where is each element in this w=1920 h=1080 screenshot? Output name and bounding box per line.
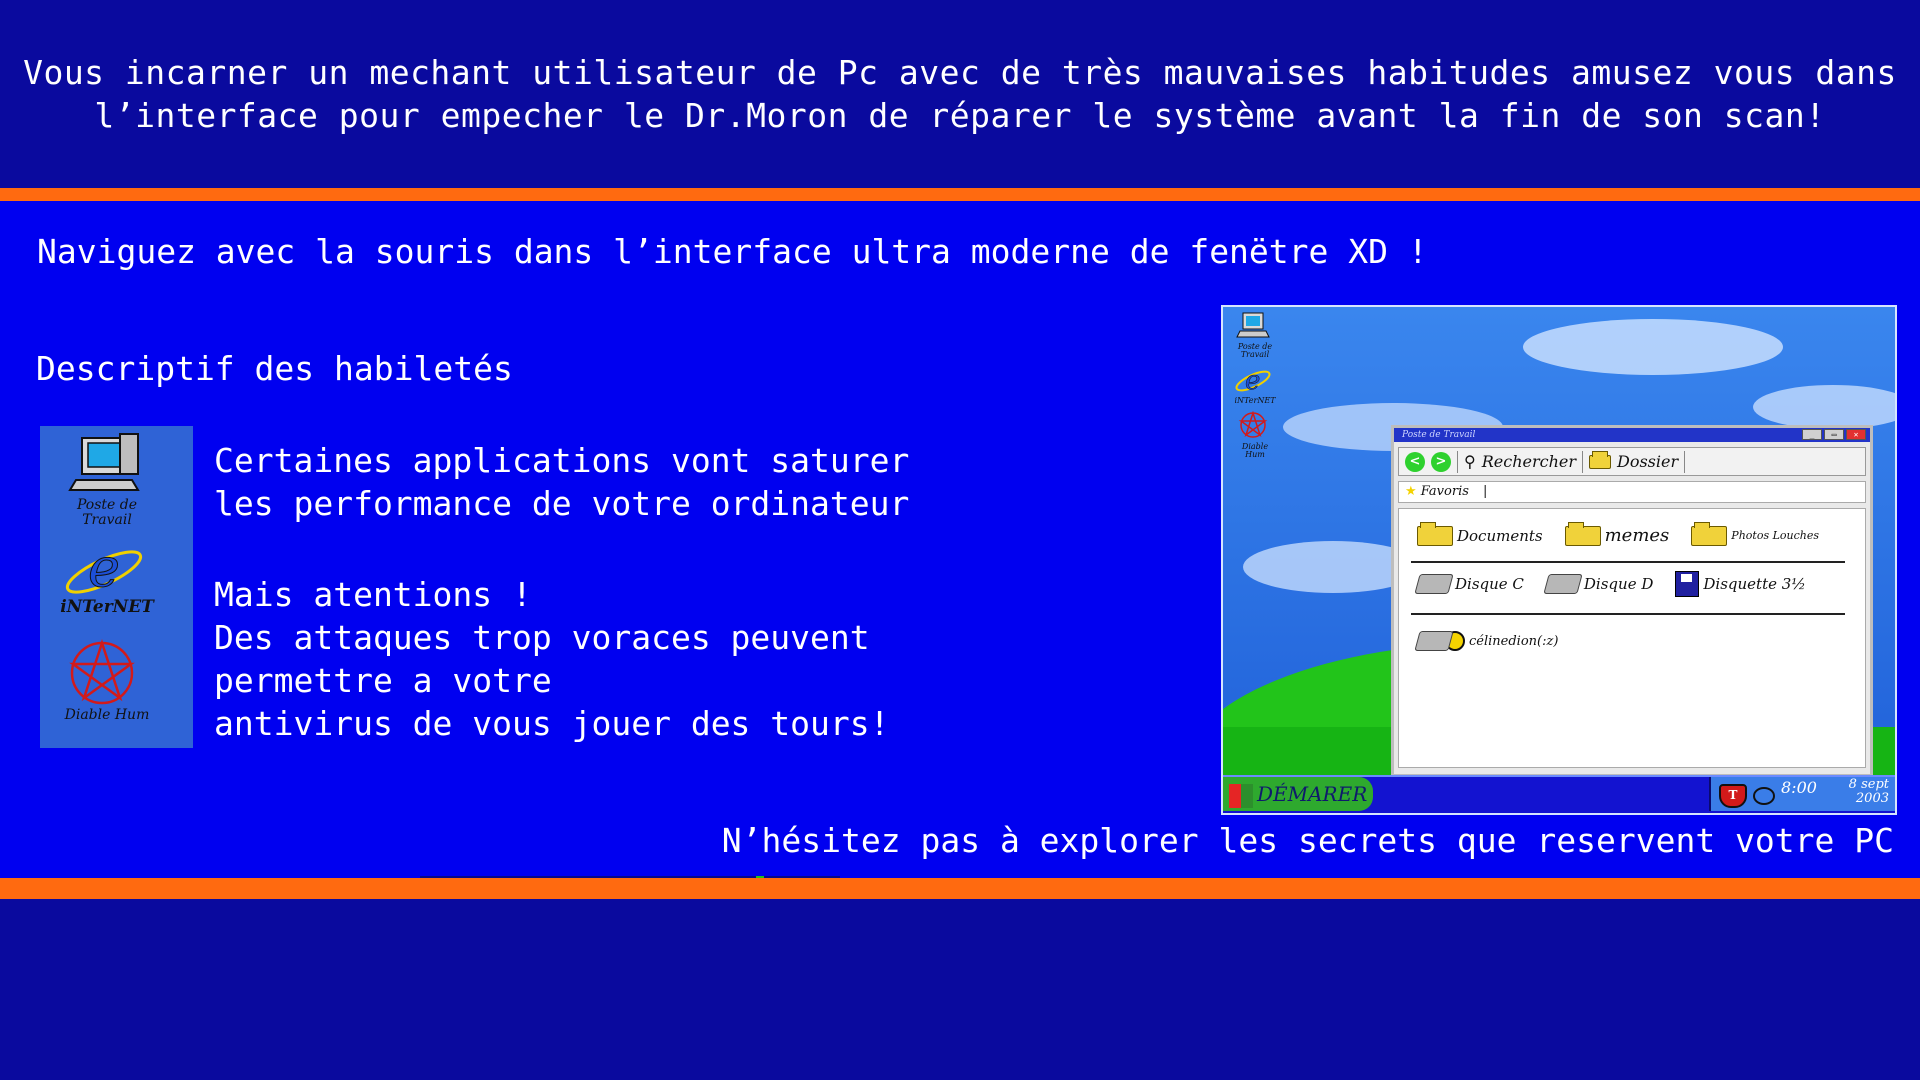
folder-documents-label: Documents (1457, 526, 1543, 545)
internet-icon: e iNTerNET (52, 536, 172, 628)
explorer-window: Poste de Travail _ ▭ ✕ < > ⚲ Rechercher … (1391, 425, 1873, 777)
folder-button[interactable]: Dossier (1617, 452, 1678, 471)
maximize-button[interactable]: ▭ (1824, 429, 1844, 440)
skill-line-3: Mais atentions ! (214, 575, 532, 614)
toolbar-separator (1684, 450, 1686, 473)
minimize-button[interactable]: _ (1802, 429, 1822, 440)
tray-internet-icon[interactable] (1753, 787, 1775, 805)
intro-line-2: l’interface pour empecher le Dr.Moron de… (94, 96, 1826, 135)
window-controls: _ ▭ ✕ (1802, 429, 1866, 440)
folder-icon (1564, 521, 1601, 546)
skill-line-1: Certaines applications vont saturer (214, 441, 910, 480)
orange-divider-top (0, 188, 1920, 201)
system-tray: T 8:00 8 sept 2003 (1709, 777, 1895, 811)
desktop-pentagram-label: Diable Hum (1241, 442, 1269, 459)
desktop-computer-label: Poste de Travail (1237, 342, 1273, 359)
text-cursor: | (1483, 484, 1488, 499)
cd-drive[interactable]: célinedion(:z) (1414, 631, 1559, 651)
drive-c[interactable]: Disque C (1414, 574, 1524, 594)
svg-text:e: e (1245, 366, 1260, 393)
intro-line-1: Vous incarner un mechant utilisateur de … (23, 53, 1897, 92)
desktop-pentagram-icon[interactable]: Diable Hum (1231, 410, 1279, 459)
divider (1411, 561, 1845, 563)
skill-line-5: permettre a votre (214, 661, 552, 700)
divider (1411, 613, 1845, 615)
windows-flag-icon (1229, 783, 1253, 808)
toolbar-separator (1582, 450, 1583, 473)
taskbar: DÉMARER T 8:00 8 sept 2003 (1223, 775, 1895, 813)
drives-row: Disque C Disque D Disquette 3½ (1414, 571, 1806, 597)
desktop-internet-icon[interactable]: e iNTerNET (1231, 365, 1279, 405)
close-button[interactable]: ✕ (1846, 429, 1866, 440)
skill-gap (214, 525, 909, 573)
cd-row: célinedion(:z) (1414, 631, 1559, 651)
drive-d-label: Disque D (1583, 575, 1654, 593)
drive-d[interactable]: Disque D (1543, 574, 1654, 594)
folder-documents[interactable]: Documents (1417, 521, 1543, 546)
skills-title: Descriptif des habiletés (36, 349, 513, 388)
svg-text:e: e (88, 538, 120, 599)
favorites-label: Favoris (1420, 484, 1469, 499)
computer-icon: Poste de Travail (52, 432, 172, 532)
folder-memes[interactable]: memes (1564, 521, 1670, 546)
skill-line-2: les performance de votre ordinateur (214, 484, 910, 523)
back-arrow-icon[interactable]: < (1405, 451, 1425, 472)
cd-drive-icon (1414, 631, 1454, 651)
desktop-preview: Poste de Travail e iNTerNET Diable Hum P… (1221, 305, 1897, 815)
favorites-bar[interactable]: ★ Favoris | (1398, 481, 1866, 503)
clock-time: 8:00 (1781, 778, 1817, 797)
desktop-icons: Poste de Travail e iNTerNET Diable Hum (1231, 311, 1279, 459)
intro-banner: Vous incarner un mechant utilisateur de … (0, 0, 1920, 188)
info-panel: Naviguez avec la souris dans l’interface… (0, 201, 1920, 878)
window-content: Documents memes Photos Louches Disque C … (1398, 508, 1866, 768)
internet-icon-label: iNTerNET (60, 597, 154, 617)
folders-row: Documents memes Photos Louches (1417, 521, 1820, 546)
folder-icon (1589, 450, 1611, 469)
toolbar-separator (1457, 450, 1458, 473)
folder-memes-label: memes (1604, 525, 1670, 546)
folder-icon (1691, 521, 1728, 546)
clock-date-line-2: 2003 (1855, 791, 1889, 806)
star-icon: ★ (1405, 484, 1417, 499)
skill-line-6: antivirus de vous jouer des tours! (214, 704, 890, 743)
pentagram-icon-label: Diable Hum (64, 707, 150, 723)
navigation-text: Naviguez avec la souris dans l’interface… (37, 232, 1428, 271)
skills-description: Certaines applications vont saturer les … (214, 439, 909, 745)
search-button[interactable]: Rechercher (1482, 452, 1576, 471)
floppy-label: Disquette 3½ (1703, 575, 1806, 593)
desktop-computer-icon[interactable]: Poste de Travail (1231, 311, 1279, 359)
hard-disk-icon (1414, 574, 1454, 594)
folder-photos[interactable]: Photos Louches (1691, 521, 1820, 546)
cd-label: célinedion(:z) (1469, 633, 1559, 649)
pentagram-icon: Diable Hum (52, 638, 172, 738)
antivirus-shield-icon[interactable]: T (1719, 784, 1747, 808)
drive-c-label: Disque C (1455, 575, 1524, 593)
desktop-internet-label: iNTerNET (1234, 396, 1276, 405)
clock-date-line-1: 8 sept (1848, 777, 1889, 792)
skill-line-4: Des attaques trop voraces peuvent (214, 618, 870, 657)
clock-date: 8 sept 2003 (1849, 778, 1889, 806)
footer-text: N’hésitez pas à explorer les secrets que… (721, 821, 1894, 860)
folder-photos-label: Photos Louches (1731, 529, 1820, 542)
floppy-drive[interactable]: Disquette 3½ (1675, 571, 1806, 597)
hard-disk-icon (1543, 574, 1583, 594)
icon-strip: Poste de Travail e iNTerNET Diable Hum (40, 426, 193, 748)
folder-icon (1417, 521, 1453, 546)
search-icon: ⚲ (1464, 452, 1476, 471)
floppy-icon (1675, 571, 1700, 597)
orange-divider-bottom (0, 878, 1920, 899)
start-button[interactable]: DÉMARER (1223, 777, 1373, 811)
window-toolbar: < > ⚲ Rechercher Dossier (1398, 447, 1866, 476)
window-title: Poste de Travail (1394, 428, 1870, 442)
forward-arrow-icon[interactable]: > (1431, 451, 1451, 472)
computer-icon-label: Poste de Travail (76, 497, 138, 528)
start-label: DÉMARER (1257, 782, 1368, 806)
